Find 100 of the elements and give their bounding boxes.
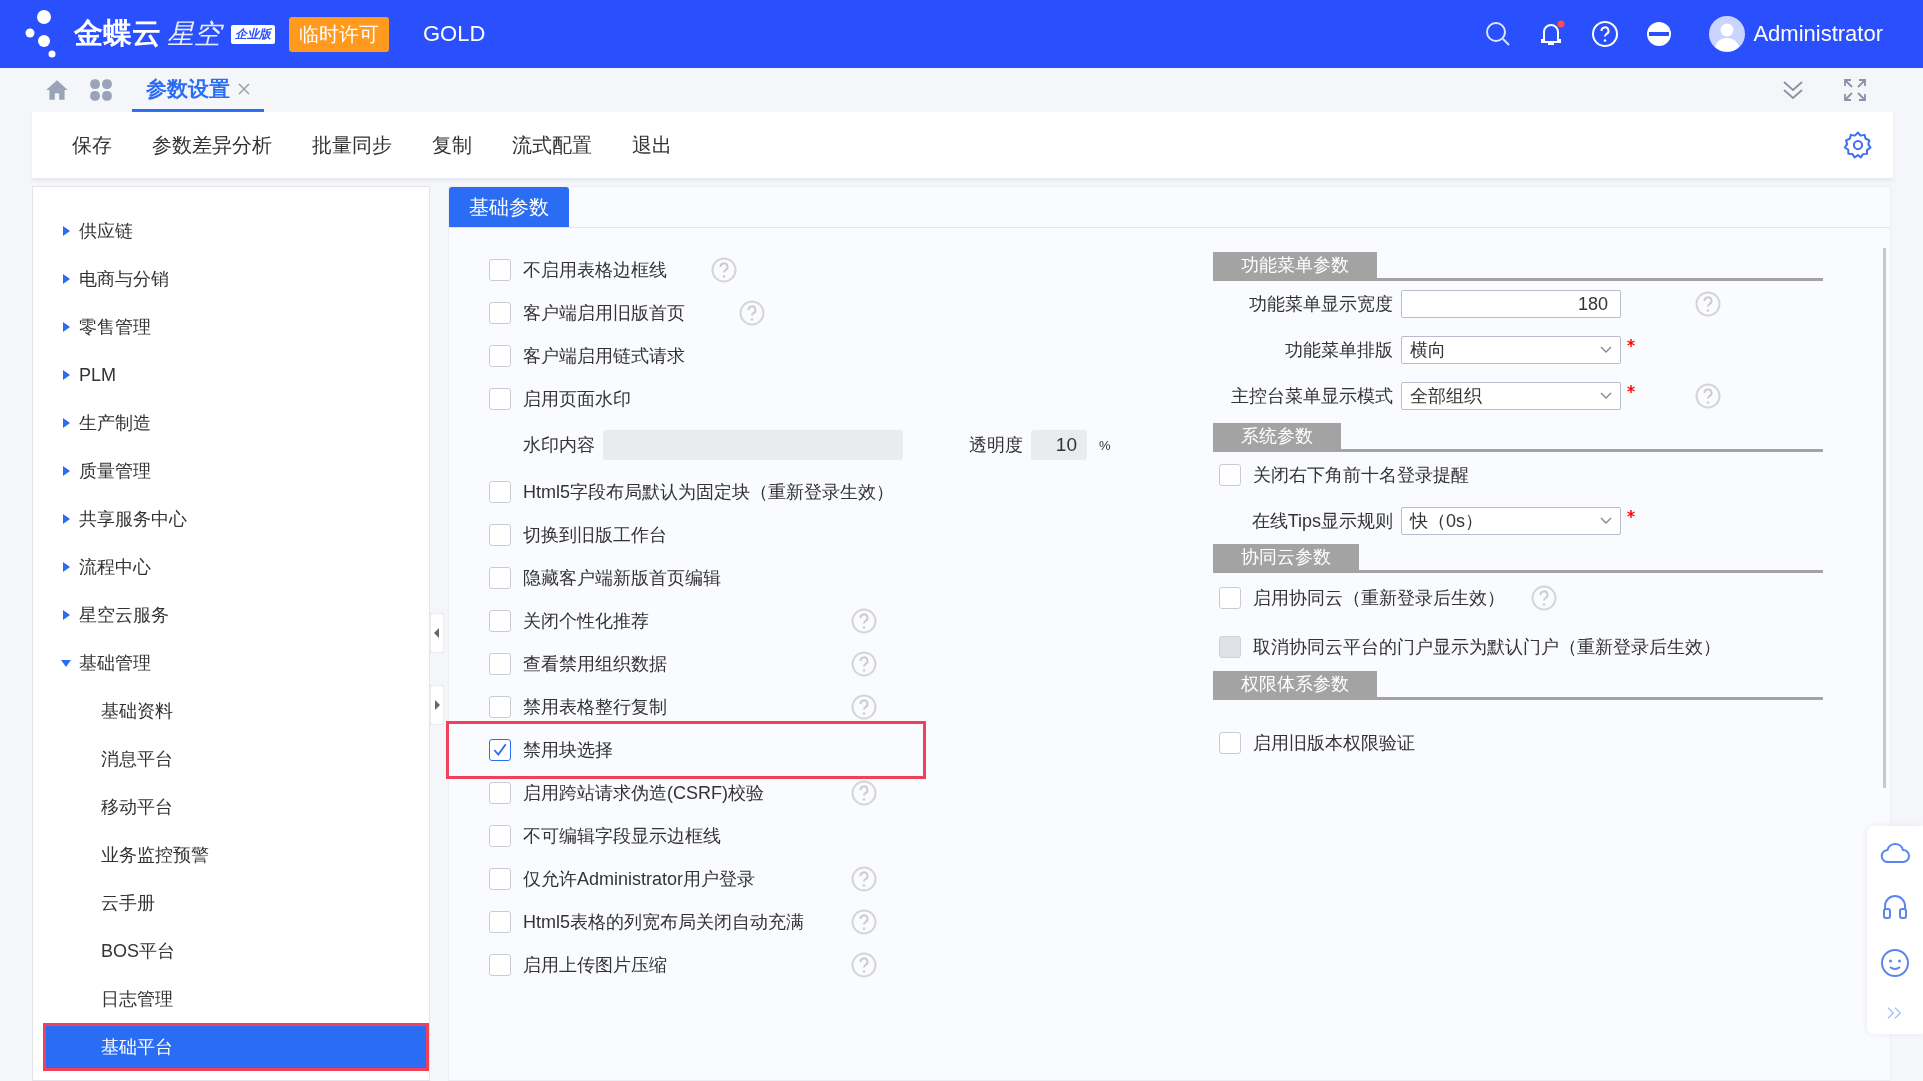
checkbox[interactable]: [489, 344, 511, 367]
chevron-down-icon: [1600, 346, 1612, 354]
sidebar-subitem[interactable]: 日志管理: [33, 975, 429, 1023]
option-label: 启用上传图片压缩: [523, 953, 667, 977]
sidebar-item-label: 零售管理: [79, 316, 151, 339]
sidebar-item-label: PLM: [79, 364, 116, 386]
section-title: 权限体系参数: [1213, 671, 1377, 697]
option-label: 禁用表格整行复制: [523, 695, 667, 719]
option-label: 客户端启用旧版首页: [523, 301, 685, 325]
field-label: 功能菜单显示宽度: [1248, 293, 1393, 316]
sidebar-subitem[interactable]: BOS平台: [33, 927, 429, 975]
section-title: 系统参数: [1213, 423, 1341, 449]
brand-name: 金蝶云: [74, 16, 161, 51]
dropdown[interactable]: 横向: [1401, 336, 1621, 364]
checkbox[interactable]: [489, 867, 511, 890]
field-label: 功能菜单排版: [1284, 339, 1393, 362]
option-label: 取消协同云平台的门户显示为默认门户（重新登录后生效）: [1253, 635, 1721, 659]
option-label: Html5字段布局默认为固定块（重新登录生效）: [523, 480, 894, 504]
option-label: 切换到旧版工作台: [523, 523, 667, 547]
sidebar-subitem[interactable]: 移动平台: [33, 783, 429, 831]
sidebar-subitem[interactable]: 业务监控预警: [33, 831, 429, 879]
option-label: 查看禁用组织数据: [523, 652, 667, 676]
checkbox[interactable]: [489, 695, 511, 718]
sidebar-item[interactable]: 质量管理: [33, 447, 429, 495]
close-icon[interactable]: [238, 82, 250, 95]
section-title: 协同云参数: [1213, 544, 1359, 570]
scrollbar[interactable]: [1883, 248, 1886, 788]
checkbox[interactable]: [489, 824, 511, 847]
option-label: 不可编辑字段显示边框线: [523, 824, 721, 848]
toolbar-button[interactable]: 复制: [412, 127, 492, 163]
dropdown[interactable]: 全部组织: [1401, 382, 1621, 410]
sidebar-item[interactable]: 流程中心: [33, 543, 429, 591]
chevron-down-icon: [1600, 517, 1612, 525]
expand-right-icon[interactable]: [430, 684, 444, 725]
checkbox[interactable]: [489, 523, 511, 546]
user-name[interactable]: Administrator: [1753, 21, 1883, 47]
settings-icon[interactable]: [1843, 130, 1873, 160]
fullscreen-icon[interactable]: [1843, 78, 1867, 102]
toolbar-button[interactable]: 批量同步: [292, 127, 412, 163]
checkbox[interactable]: [489, 953, 511, 976]
sidebar-item[interactable]: 共享服务中心: [33, 495, 429, 543]
section-title: 功能菜单参数: [1213, 252, 1377, 278]
collapse-left-icon[interactable]: [430, 612, 444, 653]
more-icon[interactable]: [1645, 20, 1674, 48]
sidebar-item[interactable]: 零售管理: [33, 303, 429, 351]
checkbox[interactable]: [489, 781, 511, 804]
option-label: 客户端启用链式请求: [523, 344, 685, 368]
toolbar-button[interactable]: 保存: [52, 127, 132, 163]
sidebar-item[interactable]: PLM: [33, 351, 429, 399]
chevron-down-icon: [1600, 392, 1612, 400]
sidebar-item-label: 供应链: [79, 220, 133, 243]
checkbox[interactable]: [489, 258, 511, 281]
panel-tab[interactable]: 基础参数: [449, 187, 569, 227]
edition-badge: 企业版: [231, 24, 275, 44]
option-label: 启用旧版本权限验证: [1253, 731, 1415, 755]
sidebar-item[interactable]: 星空云服务: [33, 591, 429, 639]
headset-icon[interactable]: [1881, 892, 1909, 920]
input-field[interactable]: 180: [1401, 290, 1621, 318]
sidebar-item-label: 电商与分销: [79, 268, 169, 291]
toolbar-button[interactable]: 退出: [612, 127, 692, 163]
checkbox[interactable]: [1219, 586, 1241, 609]
double-chevron-icon[interactable]: [1886, 1006, 1904, 1020]
toolbar-button[interactable]: 流式配置: [492, 127, 612, 163]
apps-icon[interactable]: [88, 77, 114, 103]
smiley-icon[interactable]: [1880, 948, 1910, 978]
checkbox[interactable]: [489, 609, 511, 632]
sidebar-subitem[interactable]: 基础资料: [33, 687, 429, 735]
sidebar-item[interactable]: 供应链: [33, 207, 429, 255]
search-icon[interactable]: [1485, 21, 1512, 47]
avatar-icon[interactable]: [1709, 16, 1746, 52]
checkbox[interactable]: [489, 739, 511, 761]
sidebar-item[interactable]: 基础管理: [33, 639, 429, 687]
checkbox[interactable]: [1219, 731, 1241, 754]
sidebar-item[interactable]: 电商与分销: [33, 255, 429, 303]
checkbox[interactable]: [489, 910, 511, 933]
checkbox[interactable]: [489, 652, 511, 675]
field-label: 在线Tips显示规则: [1250, 510, 1393, 533]
option-label: 启用协同云（重新登录后生效）: [1253, 586, 1505, 610]
chevron-down-icon[interactable]: [1781, 78, 1805, 102]
field-label: 透明度: [969, 434, 1023, 457]
sidebar-subitem[interactable]: 云手册: [33, 879, 429, 927]
sidebar-item[interactable]: 生产制造: [33, 399, 429, 447]
sidebar-item-label: 流程中心: [79, 556, 151, 579]
input-field[interactable]: 10: [1031, 430, 1087, 460]
sidebar-subitem[interactable]: 基础平台: [43, 1023, 429, 1071]
checkbox[interactable]: [1219, 464, 1241, 486]
checkbox[interactable]: [489, 301, 511, 324]
cloud-icon[interactable]: [1880, 842, 1910, 864]
checkbox[interactable]: [489, 480, 511, 503]
unit-label: %: [1099, 437, 1111, 453]
sidebar-subitem[interactable]: 消息平台: [33, 735, 429, 783]
checkbox[interactable]: [489, 387, 511, 410]
checkbox[interactable]: [489, 566, 511, 589]
sidebar-item-label: 星空云服务: [79, 604, 169, 627]
license-badge: 临时许可: [289, 16, 389, 52]
toolbar-button[interactable]: 参数差异分析: [132, 127, 292, 163]
dropdown[interactable]: 快（0s）: [1401, 507, 1621, 535]
sidebar-item-label: 共享服务中心: [79, 508, 187, 531]
option-label: 关闭个性化推荐: [523, 609, 649, 633]
option-label: 关闭右下角前十名登录提醒: [1253, 464, 1469, 487]
